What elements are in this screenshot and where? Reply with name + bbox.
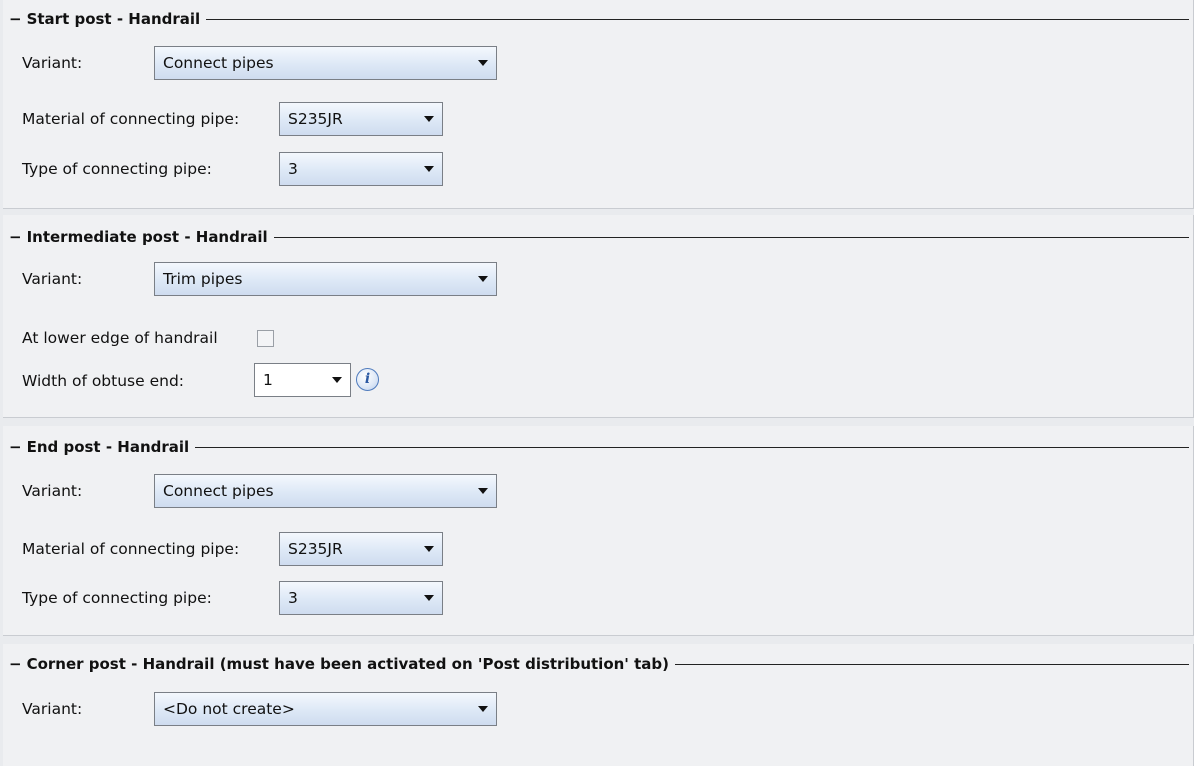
width-label: Width of obtuse end: bbox=[22, 372, 185, 390]
type-dropdown[interactable]: 3 bbox=[279, 152, 443, 186]
start-post-section: − Start post - Handrail Variant: Connect… bbox=[3, 0, 1194, 209]
chevron-down-icon bbox=[478, 706, 488, 712]
variant-label: Variant: bbox=[22, 700, 83, 718]
type-dropdown[interactable]: 3 bbox=[279, 581, 443, 615]
variant-dropdown[interactable]: Trim pipes bbox=[154, 262, 497, 296]
width-value: 1 bbox=[263, 371, 273, 389]
intermediate-post-header[interactable]: − Intermediate post - Handrail bbox=[3, 224, 1193, 250]
material-label: Material of connecting pipe: bbox=[22, 110, 240, 128]
type-value: 3 bbox=[288, 589, 298, 607]
section-divider bbox=[675, 663, 1189, 665]
section-title: Start post - Handrail bbox=[26, 10, 201, 28]
material-value: S235JR bbox=[288, 110, 343, 128]
type-label: Type of connecting pipe: bbox=[22, 160, 212, 178]
variant-label: Variant: bbox=[22, 54, 83, 72]
variant-label: Variant: bbox=[22, 482, 83, 500]
chevron-down-icon bbox=[424, 166, 434, 172]
variant-dropdown[interactable]: Connect pipes bbox=[154, 46, 497, 80]
corner-post-header[interactable]: − Corner post - Handrail (must have been… bbox=[3, 651, 1193, 677]
material-label: Material of connecting pipe: bbox=[22, 540, 240, 558]
variant-value: Connect pipes bbox=[163, 54, 274, 72]
chevron-down-icon bbox=[478, 276, 488, 282]
chevron-down-icon bbox=[424, 595, 434, 601]
chevron-down-icon bbox=[478, 488, 488, 494]
end-post-header[interactable]: − End post - Handrail bbox=[3, 434, 1193, 460]
collapse-icon[interactable]: − bbox=[9, 439, 22, 455]
chevron-down-icon bbox=[424, 546, 434, 552]
corner-post-section: − Corner post - Handrail (must have been… bbox=[3, 644, 1194, 766]
section-divider bbox=[206, 18, 1189, 20]
variant-label: Variant: bbox=[22, 270, 83, 288]
section-title: Intermediate post - Handrail bbox=[26, 228, 268, 246]
lower-edge-checkbox[interactable] bbox=[257, 330, 274, 347]
info-icon[interactable]: i bbox=[356, 368, 379, 391]
collapse-icon[interactable]: − bbox=[9, 656, 22, 672]
section-title: End post - Handrail bbox=[26, 438, 190, 456]
intermediate-post-section: − Intermediate post - Handrail Variant: … bbox=[3, 215, 1194, 418]
collapse-icon[interactable]: − bbox=[9, 229, 22, 245]
collapse-icon[interactable]: − bbox=[9, 11, 22, 27]
chevron-down-icon bbox=[424, 116, 434, 122]
type-label: Type of connecting pipe: bbox=[22, 589, 212, 607]
variant-dropdown[interactable]: Connect pipes bbox=[154, 474, 497, 508]
section-title: Corner post - Handrail (must have been a… bbox=[26, 655, 670, 673]
section-divider bbox=[273, 236, 1189, 238]
material-dropdown[interactable]: S235JR bbox=[279, 102, 443, 136]
chevron-down-icon bbox=[478, 60, 488, 66]
section-divider bbox=[195, 446, 1189, 448]
variant-value: <Do not create> bbox=[163, 700, 295, 718]
variant-value: Connect pipes bbox=[163, 482, 274, 500]
type-value: 3 bbox=[288, 160, 298, 178]
variant-value: Trim pipes bbox=[163, 270, 243, 288]
end-post-section: − End post - Handrail Variant: Connect p… bbox=[3, 426, 1194, 636]
lower-edge-label: At lower edge of handrail bbox=[22, 329, 218, 347]
material-value: S235JR bbox=[288, 540, 343, 558]
variant-dropdown[interactable]: <Do not create> bbox=[154, 692, 497, 726]
material-dropdown[interactable]: S235JR bbox=[279, 532, 443, 566]
chevron-down-icon bbox=[332, 377, 342, 383]
start-post-header[interactable]: − Start post - Handrail bbox=[3, 6, 1193, 32]
width-dropdown[interactable]: 1 bbox=[254, 363, 351, 397]
